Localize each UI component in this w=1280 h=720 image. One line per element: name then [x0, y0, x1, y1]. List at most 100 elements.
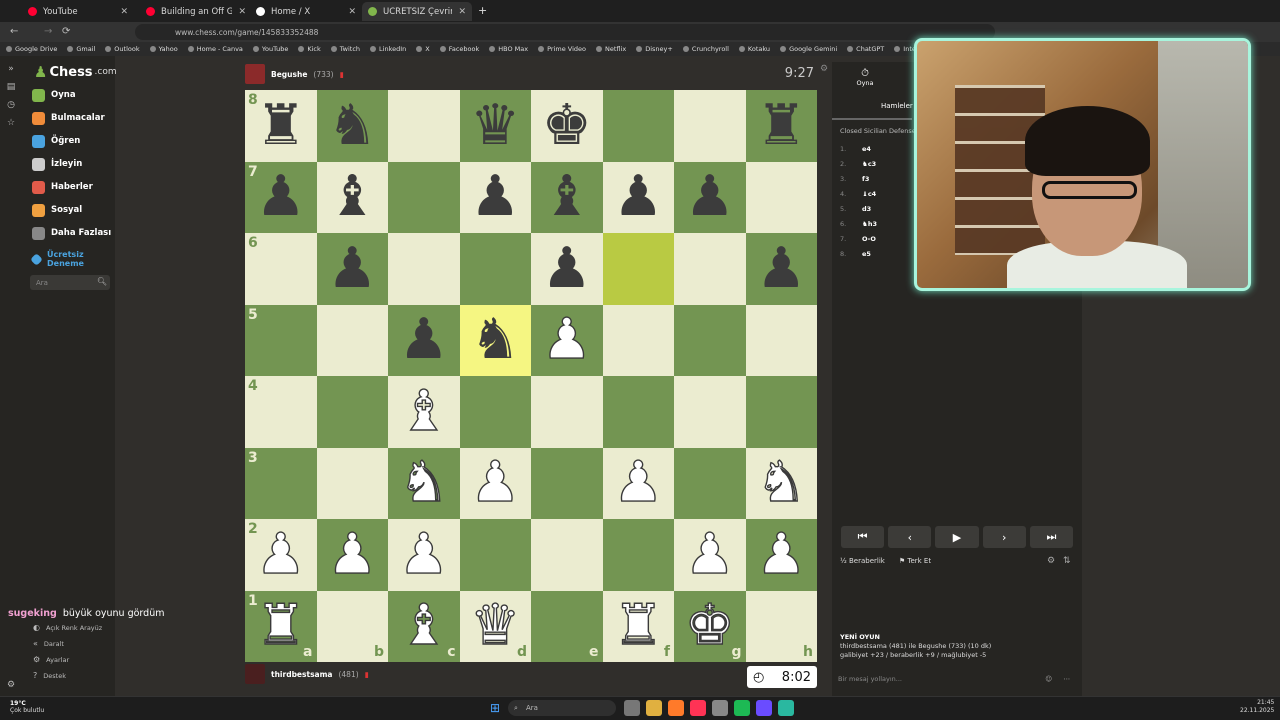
move-text[interactable]: e4: [862, 145, 871, 153]
square-a5[interactable]: 5: [245, 304, 317, 376]
black-knight[interactable]: ♞: [470, 312, 520, 368]
sidebar-bottom-item[interactable]: « Daralt: [33, 639, 64, 648]
square-h1[interactable]: h: [745, 590, 817, 662]
move-text[interactable]: d3: [862, 205, 871, 213]
square-b7[interactable]: ♝: [316, 161, 388, 233]
move-row[interactable]: 8. e5: [840, 250, 871, 258]
square-c2[interactable]: ♟: [388, 519, 460, 591]
taskbar-app-icon[interactable]: [668, 700, 684, 716]
sidebar-item-6[interactable]: Daha Fazlası: [32, 224, 111, 242]
square-a3[interactable]: 3: [245, 447, 317, 519]
bookmark-icon[interactable]: ☆: [6, 118, 16, 128]
white-rook[interactable]: ♜: [255, 597, 307, 654]
square-g1[interactable]: ♚ g: [674, 590, 746, 662]
square-e7[interactable]: ♝: [531, 161, 603, 233]
square-h2[interactable]: ♟: [745, 519, 817, 591]
square-g6[interactable]: [674, 233, 746, 305]
square-f3[interactable]: ♟: [602, 447, 674, 519]
square-a6[interactable]: 6: [245, 233, 317, 305]
play-button[interactable]: ▶: [935, 526, 979, 548]
bookmark-item[interactable]: Google Drive: [6, 45, 57, 53]
square-c3[interactable]: ♞: [388, 447, 460, 519]
black-rook[interactable]: ♜: [756, 97, 806, 154]
square-d1[interactable]: ♛ d: [459, 590, 531, 662]
square-e1[interactable]: e: [531, 590, 603, 662]
square-b6[interactable]: ♟: [316, 233, 388, 305]
move-row[interactable]: 4. ♝c4: [840, 190, 876, 198]
black-pawn[interactable]: ♟: [399, 312, 449, 368]
white-pawn[interactable]: ♟: [255, 526, 307, 583]
taskbar-app-icon[interactable]: [624, 700, 640, 716]
top-player[interactable]: Begushe (733) ▮: [245, 64, 344, 84]
bookmark-item[interactable]: ChatGPT: [847, 45, 884, 53]
chess-board[interactable]: ♜ 8 ♞ ♛ ♚ ♜ ♟ 7 ♝ ♟ ♝ ♟ ♟ 6 ♟ ♟ ♟ 5 ♟ ♞ ♟ 4 ♝ 3 ♞ ♟ ♟ ♞ ♟ 2 ♟ ♟ ♟ ♟ ♜ 1 a b ♝ c…: [245, 90, 817, 662]
history-icon[interactable]: ◷: [6, 100, 16, 110]
draw-button[interactable]: ½ Beraberlik: [840, 557, 885, 565]
black-king[interactable]: ♚: [542, 97, 592, 154]
last-move-button[interactable]: ⏭: [1029, 526, 1074, 548]
browser-tab[interactable]: ÜCRETSİZ Çevrimiçi Satranç ✕: [362, 2, 472, 21]
white-pawn[interactable]: ♟: [326, 526, 378, 583]
square-e2[interactable]: [531, 519, 603, 591]
bookmark-item[interactable]: Home - Canva: [188, 45, 243, 53]
bookmark-item[interactable]: Kotaku: [739, 45, 770, 53]
weather-widget[interactable]: 19°C Çok bulutlu: [10, 700, 44, 714]
reload-icon[interactable]: ⟳: [62, 26, 70, 37]
white-pawn[interactable]: ♟: [612, 454, 664, 511]
square-e3[interactable]: [531, 447, 603, 519]
taskbar-app-icon[interactable]: [690, 700, 706, 716]
forward-icon[interactable]: →: [44, 26, 52, 37]
sidebar-item-3[interactable]: İzleyin: [32, 155, 82, 173]
sidebar-item-4[interactable]: Haberler: [32, 178, 93, 196]
white-knight[interactable]: ♞: [398, 454, 450, 511]
board-settings-icon[interactable]: ⚙: [820, 64, 828, 74]
taskbar-app-icon[interactable]: [778, 700, 794, 716]
bookmark-item[interactable]: Twitch: [331, 45, 360, 53]
chess-logo[interactable]: ♟ Chess .com: [34, 63, 117, 81]
black-pawn[interactable]: ♟: [542, 240, 592, 297]
move-text[interactable]: ♞c3: [862, 160, 876, 168]
sidebar-expand-icon[interactable]: »: [6, 64, 16, 74]
square-d2[interactable]: [459, 519, 531, 591]
square-d4[interactable]: [459, 376, 531, 448]
sidebar-item-1[interactable]: Bulmacalar: [32, 109, 105, 127]
white-bishop[interactable]: ♝: [398, 383, 450, 440]
move-row[interactable]: 3. f3: [840, 175, 869, 183]
player-name[interactable]: Begushe: [271, 70, 307, 79]
black-pawn[interactable]: ♟: [256, 169, 306, 225]
move-text[interactable]: ♝c4: [862, 190, 876, 198]
flip-board-icon[interactable]: ⇅: [1063, 556, 1071, 566]
square-b3[interactable]: [316, 447, 388, 519]
square-b5[interactable]: [316, 304, 388, 376]
square-e4[interactable]: [531, 376, 603, 448]
square-b2[interactable]: ♟: [316, 519, 388, 591]
white-pawn[interactable]: ♟: [684, 526, 736, 583]
black-queen[interactable]: ♛: [470, 97, 520, 154]
square-h7[interactable]: [745, 161, 817, 233]
bookmark-item[interactable]: Facebook: [440, 45, 480, 53]
prev-move-button[interactable]: ‹: [888, 526, 932, 548]
emoji-icon[interactable]: ☺: [1045, 675, 1052, 683]
taskbar-app-icon[interactable]: [646, 700, 662, 716]
square-g8[interactable]: [674, 90, 746, 162]
bookmark-item[interactable]: HBO Max: [489, 45, 528, 53]
gear-icon[interactable]: ⚙: [1047, 556, 1055, 566]
black-bishop[interactable]: ♝: [542, 169, 592, 225]
square-e6[interactable]: ♟: [531, 233, 603, 305]
move-text[interactable]: O-O: [862, 235, 876, 243]
square-h5[interactable]: [745, 304, 817, 376]
bookmark-item[interactable]: YouTube: [253, 45, 288, 53]
black-knight[interactable]: ♞: [327, 97, 377, 154]
square-h8[interactable]: ♜: [745, 90, 817, 162]
bookmark-item[interactable]: X: [416, 45, 429, 53]
settings-icon[interactable]: ⚙: [6, 680, 16, 690]
move-text[interactable]: f3: [862, 175, 869, 183]
square-h6[interactable]: ♟: [745, 233, 817, 305]
browser-tab[interactable]: Home / X ✕: [250, 2, 362, 21]
tab-play[interactable]: ⏱ Oyna: [855, 68, 875, 87]
taskbar-search[interactable]: ⌕ Ara: [508, 700, 616, 716]
back-icon[interactable]: ←: [10, 26, 18, 37]
bottom-player[interactable]: thirdbestsama (481) ▮: [245, 664, 369, 684]
sidebar-bottom-item[interactable]: ◐ Açık Renk Arayüz: [33, 623, 102, 632]
square-f4[interactable]: [602, 376, 674, 448]
